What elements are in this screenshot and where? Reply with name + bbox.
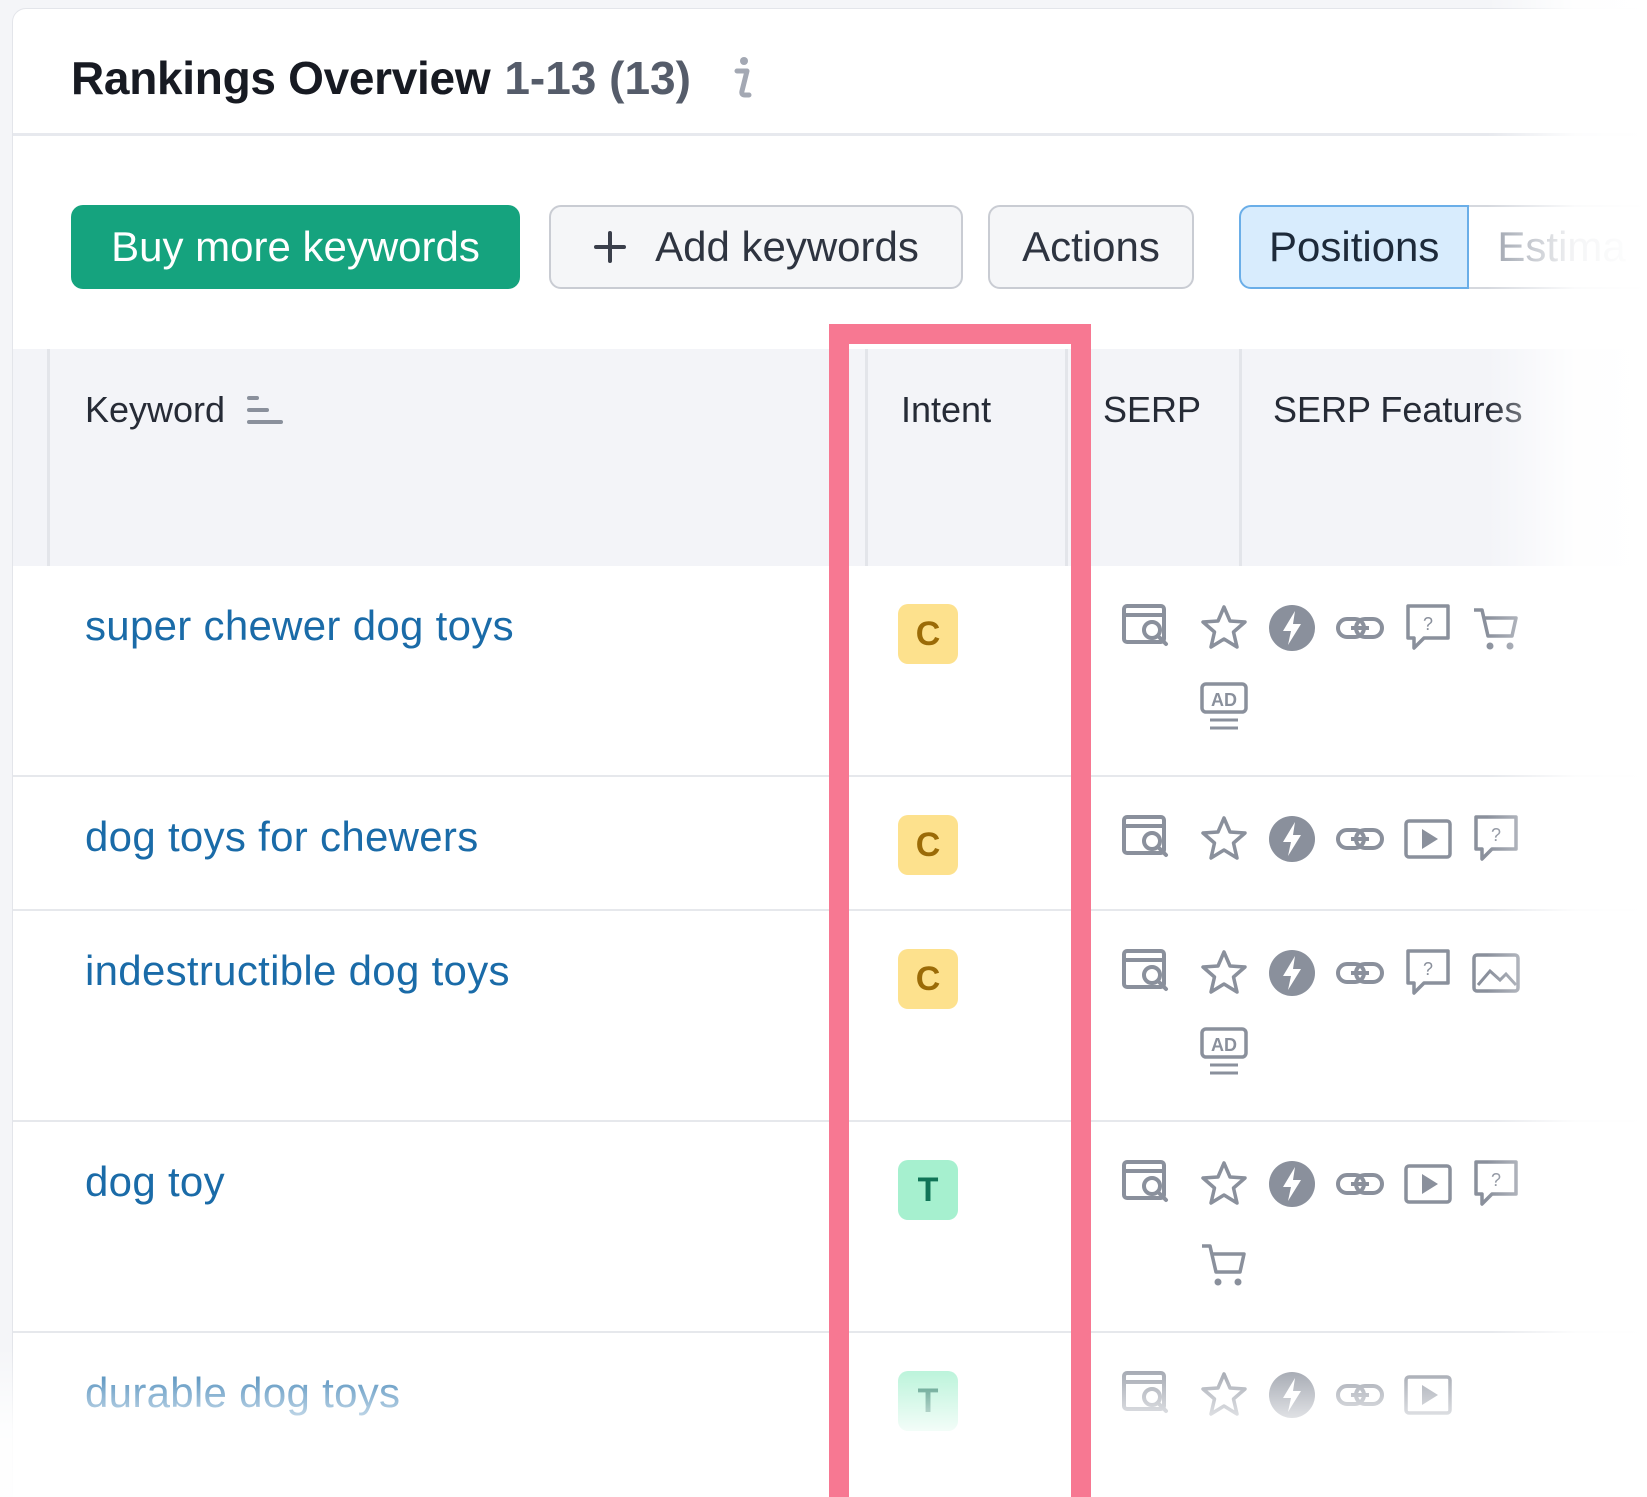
serp-preview-icon[interactable] — [1121, 813, 1169, 859]
tab-estimated[interactable]: Estima — [1469, 205, 1647, 289]
column-divider — [865, 349, 868, 590]
intent-badge: C — [898, 604, 958, 664]
page-header: Rankings Overview 1-13 (13) — [71, 43, 757, 113]
rankings-overview-card: Rankings Overview 1-13 (13) Buy more key… — [12, 8, 1647, 1497]
keyword-count: 1-13 (13) — [504, 52, 691, 104]
table-row: dog toy T? — [13, 1122, 1647, 1333]
table-row: durable dog toys T — [13, 1333, 1647, 1497]
keyword-link[interactable]: durable dog toys — [85, 1369, 400, 1417]
link-icon — [1336, 617, 1384, 639]
intent-badge: C — [898, 949, 958, 1009]
cart-icon — [1474, 608, 1518, 650]
tab-positions[interactable]: Positions — [1239, 205, 1470, 289]
svg-text:AD: AD — [1211, 1035, 1237, 1055]
info-icon[interactable] — [727, 55, 757, 101]
question-icon: ? — [1406, 949, 1450, 995]
lightning-icon — [1269, 605, 1315, 651]
intent-badge: T — [898, 1160, 958, 1220]
add-keywords-label: Add keywords — [655, 223, 919, 270]
ad-icon: AD — [1200, 682, 1248, 730]
question-icon: ? — [1474, 815, 1518, 861]
column-header-serp[interactable]: SERP — [1103, 389, 1201, 431]
table-row: super chewer dog toys C? AD — [13, 566, 1647, 777]
question-icon: ? — [1474, 1160, 1518, 1206]
sort-icon[interactable] — [247, 393, 285, 427]
star-icon — [1201, 1372, 1247, 1416]
intent-badge: T — [898, 1371, 958, 1431]
serp-preview-icon[interactable] — [1121, 602, 1169, 648]
table-row: dog toys for chewers C? — [13, 777, 1647, 911]
plus-icon — [594, 231, 627, 263]
link-icon — [1336, 828, 1384, 850]
buy-more-keywords-button[interactable]: Buy more keywords — [71, 205, 520, 289]
svg-text:?: ? — [1423, 959, 1433, 979]
link-icon — [1336, 1173, 1384, 1195]
lightning-icon — [1269, 950, 1315, 996]
actions-button[interactable]: Actions — [988, 205, 1194, 289]
keyword-link[interactable]: super chewer dog toys — [85, 602, 514, 650]
lightning-icon — [1269, 816, 1315, 862]
intent-badge: C — [898, 815, 958, 875]
svg-text:AD: AD — [1211, 690, 1237, 710]
view-switcher: Positions Estima — [1239, 205, 1647, 289]
star-icon — [1201, 1161, 1247, 1205]
column-header-intent[interactable]: Intent — [901, 389, 991, 431]
cart-icon — [1202, 1244, 1246, 1286]
link-icon — [1336, 1384, 1384, 1406]
column-header-keyword[interactable]: Keyword — [85, 389, 285, 431]
keyword-link[interactable]: dog toys for chewers — [85, 813, 479, 861]
table-header: Keyword Intent SERP SERP Features — [13, 349, 1647, 590]
lightning-icon — [1269, 1161, 1315, 1207]
svg-text:?: ? — [1491, 825, 1501, 845]
star-icon — [1201, 605, 1247, 649]
column-divider — [1239, 349, 1242, 590]
ad-icon: AD — [1200, 1027, 1248, 1075]
column-label-keyword: Keyword — [85, 389, 226, 430]
column-divider — [1065, 349, 1068, 590]
column-divider — [47, 349, 50, 590]
serp-preview-icon[interactable] — [1121, 947, 1169, 993]
page-title: Rankings Overview — [71, 52, 491, 104]
video-icon — [1404, 1164, 1452, 1204]
serp-preview-icon[interactable] — [1121, 1158, 1169, 1204]
video-icon — [1404, 1375, 1452, 1415]
keyword-link[interactable]: indestructible dog toys — [85, 947, 510, 995]
add-keywords-button[interactable]: Add keywords — [549, 205, 963, 289]
video-icon — [1404, 819, 1452, 859]
svg-text:?: ? — [1423, 614, 1433, 634]
link-icon — [1336, 962, 1384, 984]
column-header-serp-features[interactable]: SERP Features — [1273, 389, 1522, 431]
serp-preview-icon[interactable] — [1121, 1369, 1169, 1415]
lightning-icon — [1269, 1372, 1315, 1418]
header-divider — [13, 133, 1647, 136]
toolbar: Buy more keywords Add keywords Actions P… — [13, 205, 1647, 291]
star-icon — [1201, 950, 1247, 994]
star-icon — [1201, 816, 1247, 860]
table-row: indestructible dog toys C? AD — [13, 911, 1647, 1122]
image-icon — [1472, 953, 1520, 993]
svg-text:?: ? — [1491, 1170, 1501, 1190]
question-icon: ? — [1406, 604, 1450, 650]
keyword-link[interactable]: dog toy — [85, 1158, 225, 1206]
